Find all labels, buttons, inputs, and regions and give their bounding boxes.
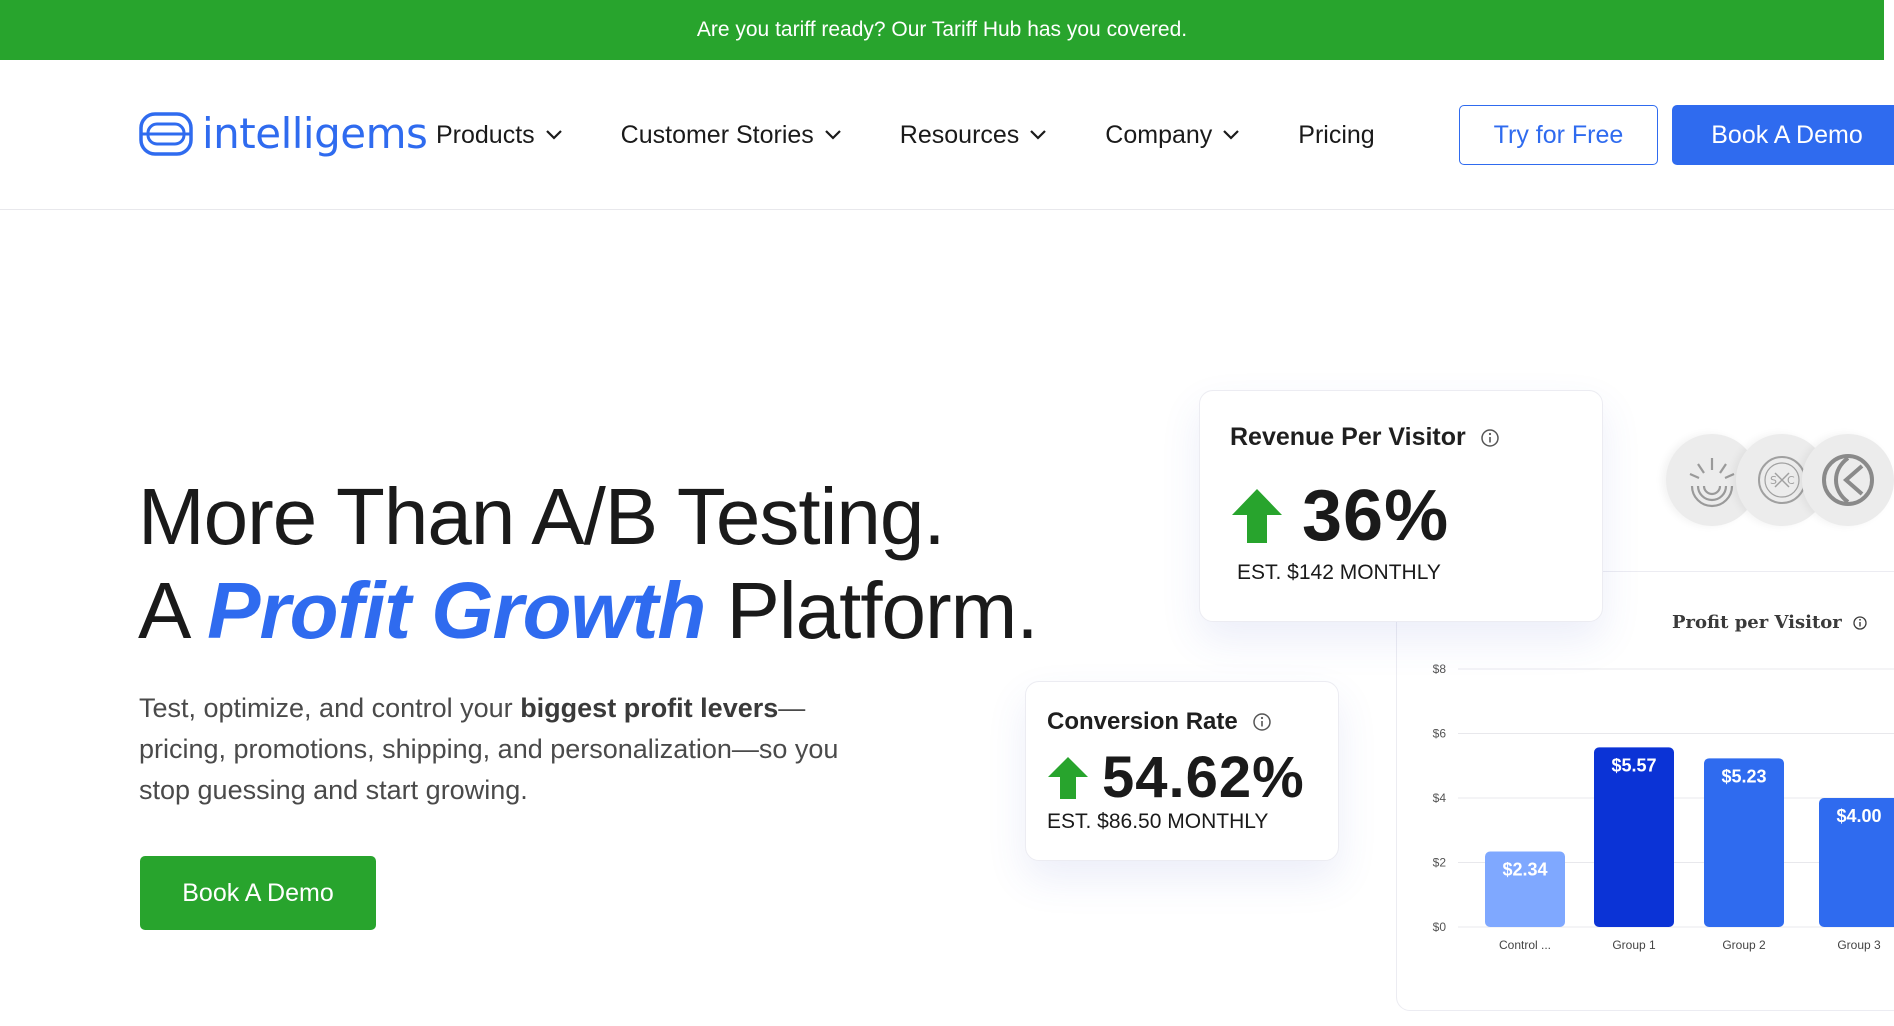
bar-value-label: $5.57 (1611, 755, 1656, 775)
metric-value: 54.62% (1102, 745, 1305, 810)
hero-sub-bold: biggest profit levers (520, 693, 779, 723)
intelligems-logo-icon (139, 112, 193, 156)
metric-value: 36% (1302, 476, 1450, 556)
up-arrow-icon (1232, 489, 1282, 543)
hero-heading-suffix: Platform. (705, 566, 1038, 655)
bar-value-label: $4.00 (1836, 806, 1881, 826)
chart-title: Profit per Visitor (1672, 612, 1868, 633)
chart-title-text: Profit per Visitor (1672, 612, 1842, 633)
chevron-down-icon (1030, 130, 1047, 140)
hero-subheading: Test, optimize, and control your biggest… (139, 688, 859, 811)
tariff-banner-text[interactable]: Are you tariff ready? Our Tariff Hub has… (697, 18, 1187, 42)
book-demo-hero-button[interactable]: Book A Demo (140, 856, 376, 930)
hero-heading-line1: More Than A/B Testing. (138, 472, 946, 561)
nav-item-resources[interactable]: Resources (900, 121, 1048, 150)
nav-item-label: Pricing (1298, 120, 1375, 149)
nav-item-label: Company (1105, 120, 1213, 149)
conversion-rate-card: Conversion Rate 54.62% EST. $86.50 MONTH… (1025, 681, 1339, 861)
book-demo-nav-button[interactable]: Book A Demo (1672, 105, 1894, 165)
y-tick-label: $2 (1433, 856, 1447, 870)
swirl-logo-icon (1822, 454, 1874, 506)
revenue-per-visitor-card: Revenue Per Visitor 36% EST. $142 MONTHL… (1199, 390, 1603, 622)
metric-row: 36% (1232, 475, 1449, 557)
info-icon[interactable] (1480, 428, 1500, 448)
card-heading: Revenue Per Visitor (1230, 423, 1500, 452)
main-nav: intelligems Products Customer Stories Re… (0, 60, 1894, 210)
chevron-down-icon (1223, 130, 1240, 140)
bar-value-label: $5.23 (1721, 766, 1766, 786)
customer-logos: S C (1666, 434, 1894, 526)
y-tick-label: $8 (1433, 662, 1447, 676)
info-icon[interactable] (1852, 615, 1868, 631)
nav-item-customer-stories[interactable]: Customer Stories (621, 121, 842, 150)
brand-logo[interactable]: intelligems (138, 109, 428, 159)
profit-bar-chart: $0 $2 $4 $6 $8 $2.34 Control ... $5.57 Group 1 $5… (1433, 662, 1894, 952)
hero-heading-line2: A Profit Growth Platform. (138, 564, 1039, 658)
x-category-label: Group 1 (1612, 938, 1656, 952)
y-tick-label: $6 (1433, 727, 1447, 741)
bar-value-label: $2.34 (1502, 860, 1547, 880)
chevron-down-icon (545, 130, 562, 140)
nav-item-label: Customer Stories (620, 120, 814, 149)
hero-sub-pre: Test, optimize, and control your (139, 693, 521, 723)
sunrise-logo-icon (1689, 458, 1735, 508)
x-category-label: Control ... (1499, 938, 1551, 952)
card-title: Conversion Rate (1047, 708, 1238, 735)
y-tick-label: $0 (1433, 920, 1447, 934)
customer-logo (1802, 434, 1894, 526)
info-icon[interactable] (1252, 712, 1272, 732)
nav-item-products[interactable]: Products (436, 121, 563, 150)
metric-estimate: EST. $142 MONTHLY (1237, 561, 1441, 584)
up-arrow-icon (1048, 756, 1088, 799)
nav-item-pricing[interactable]: Pricing (1298, 121, 1374, 150)
chevron-down-icon (825, 130, 841, 140)
nav-item-label: Resources (899, 120, 1020, 149)
brand-name: intelligems (202, 109, 428, 158)
card-heading: Conversion Rate (1047, 708, 1272, 736)
nav-links: Products Customer Stories Resources Comp… (436, 117, 1375, 153)
nav-item-company[interactable]: Company (1105, 121, 1240, 150)
card-title: Revenue Per Visitor (1230, 423, 1466, 451)
x-category-label: Group 3 (1837, 938, 1881, 952)
try-for-free-button[interactable]: Try for Free (1459, 105, 1658, 165)
hero-heading-prefix: A (138, 566, 208, 655)
hero-heading-highlight: Profit Growth (207, 566, 706, 655)
hero-heading: More Than A/B Testing. A Profit Growth P… (138, 470, 1039, 658)
nav-item-label: Products (436, 120, 535, 149)
y-tick-label: $4 (1433, 791, 1447, 805)
x-category-label: Group 2 (1722, 938, 1766, 952)
metric-row: 54.62% (1048, 744, 1305, 811)
tariff-banner[interactable]: Are you tariff ready? Our Tariff Hub has… (0, 0, 1884, 60)
svg-text:C: C (1787, 474, 1795, 487)
metric-estimate: EST. $86.50 MONTHLY (1047, 810, 1269, 833)
